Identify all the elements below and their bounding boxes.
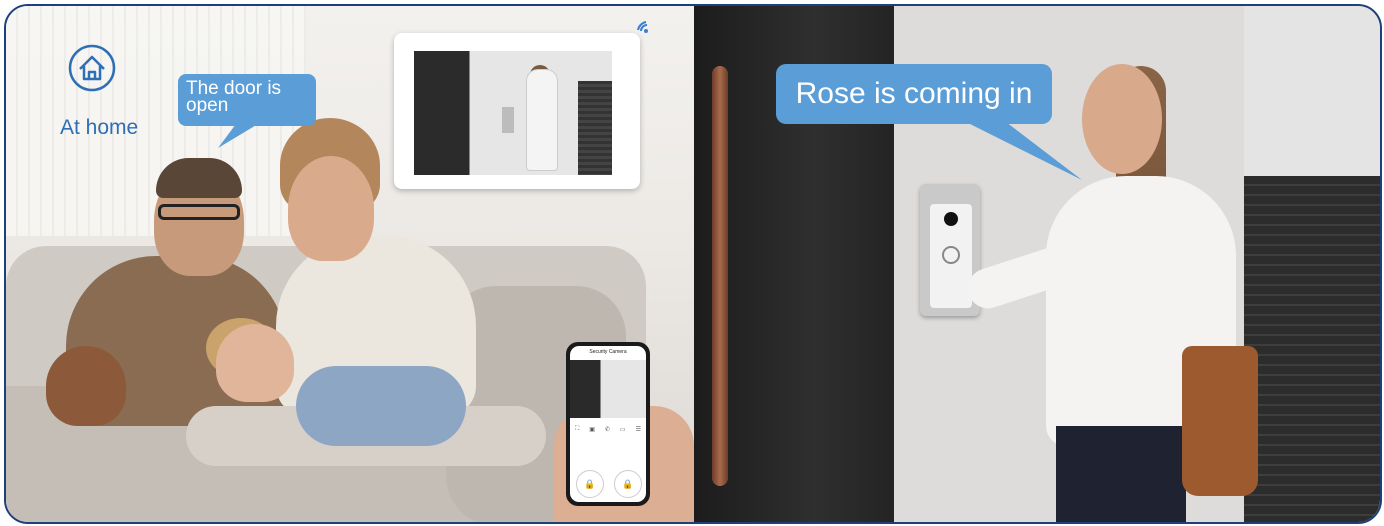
door-handle: [712, 66, 728, 486]
garage-shutter: [1244, 176, 1380, 522]
phone-app-screen: Security Camera ⛶ ▣ ✆ ▭ ☰ 🔒 🔒: [570, 346, 646, 502]
father-hair: [156, 158, 242, 198]
fullscreen-icon[interactable]: ⛶: [575, 426, 579, 433]
call-icon[interactable]: ✆: [605, 426, 610, 433]
doorbell-call-button: [942, 246, 960, 264]
background-building: [1244, 6, 1380, 176]
unlock-1-button[interactable]: 🔒: [576, 470, 604, 498]
monitor-visitor-image: [526, 69, 558, 171]
glasses: [158, 204, 240, 220]
phone-toolbar: ⛶ ▣ ✆ ▭ ☰: [570, 422, 646, 436]
lock-icon: 🔒: [622, 479, 634, 489]
record-icon[interactable]: ▭: [620, 426, 626, 433]
door-bubble-tail: [218, 124, 258, 148]
boy-figure: [296, 366, 466, 446]
monitor-shutter-image: [578, 81, 612, 175]
girl-figure: [46, 346, 126, 426]
mother-head: [288, 156, 374, 261]
visitor-bubble-tail: [966, 122, 1082, 180]
phone-live-video: [570, 360, 646, 418]
doorbell-camera-lens: [944, 212, 958, 226]
wifi-icon: [637, 21, 648, 33]
visitor-speech-bubble: Rose is coming in: [776, 64, 1052, 124]
at-home-label: At home: [60, 116, 139, 139]
visitor-head: [1082, 64, 1162, 174]
phone-app-title: Security Camera: [589, 349, 627, 355]
monitor-screen: [414, 51, 612, 175]
lock-icon: 🔒: [584, 479, 596, 489]
snapshot-icon[interactable]: ▣: [589, 426, 595, 433]
handbag: [1182, 346, 1258, 496]
menu-icon[interactable]: ☰: [636, 426, 641, 433]
monitor-doorbell-image: [502, 107, 514, 133]
house-outline-icon: [68, 44, 116, 92]
promo-frame: At home The door is open Rose is coming …: [4, 4, 1382, 524]
boy-head: [216, 324, 294, 402]
indoor-monitor: [394, 33, 640, 189]
unlock-2-button[interactable]: 🔒: [614, 470, 642, 498]
door-open-speech-bubble: The door is open: [178, 74, 316, 126]
door-bubble-line2: open: [186, 95, 229, 116]
visitor-pants: [1056, 426, 1186, 522]
